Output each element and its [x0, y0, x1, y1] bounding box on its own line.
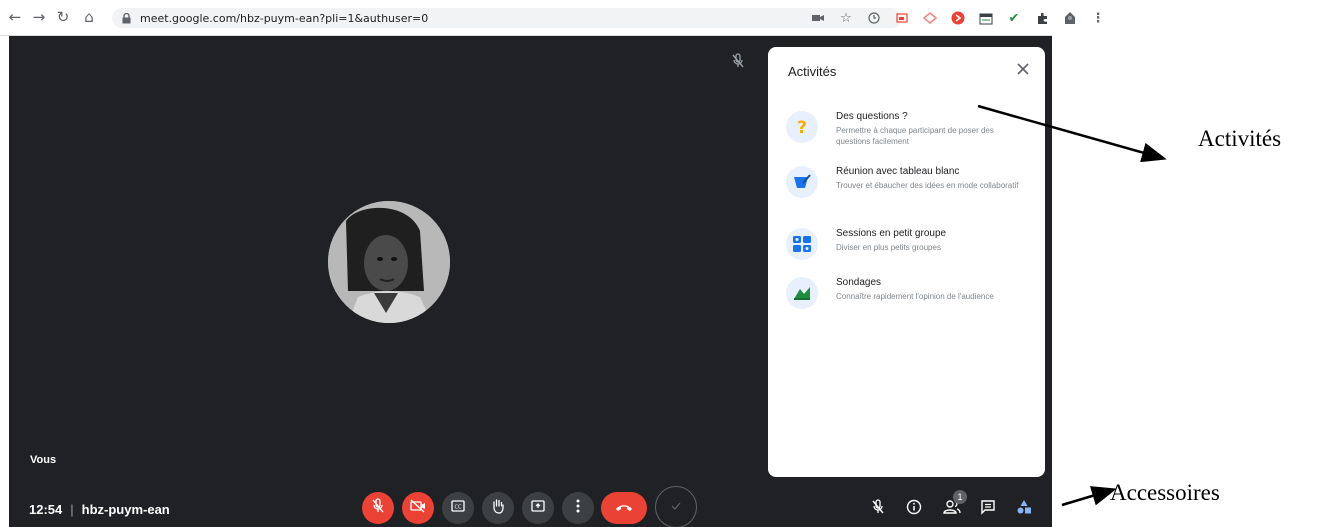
annotation-arrows: [977, 104, 1167, 507]
screenshot-root: ← → ↻ ⌂ meet.google.com/hbz-puym-ean?pli…: [0, 0, 1319, 527]
activities-arrow: [977, 104, 1167, 163]
accessories-arrow: [1061, 486, 1117, 507]
annotation-activities: Activités: [1198, 126, 1282, 151]
annotation-accessories: Accessoires: [1110, 480, 1220, 505]
